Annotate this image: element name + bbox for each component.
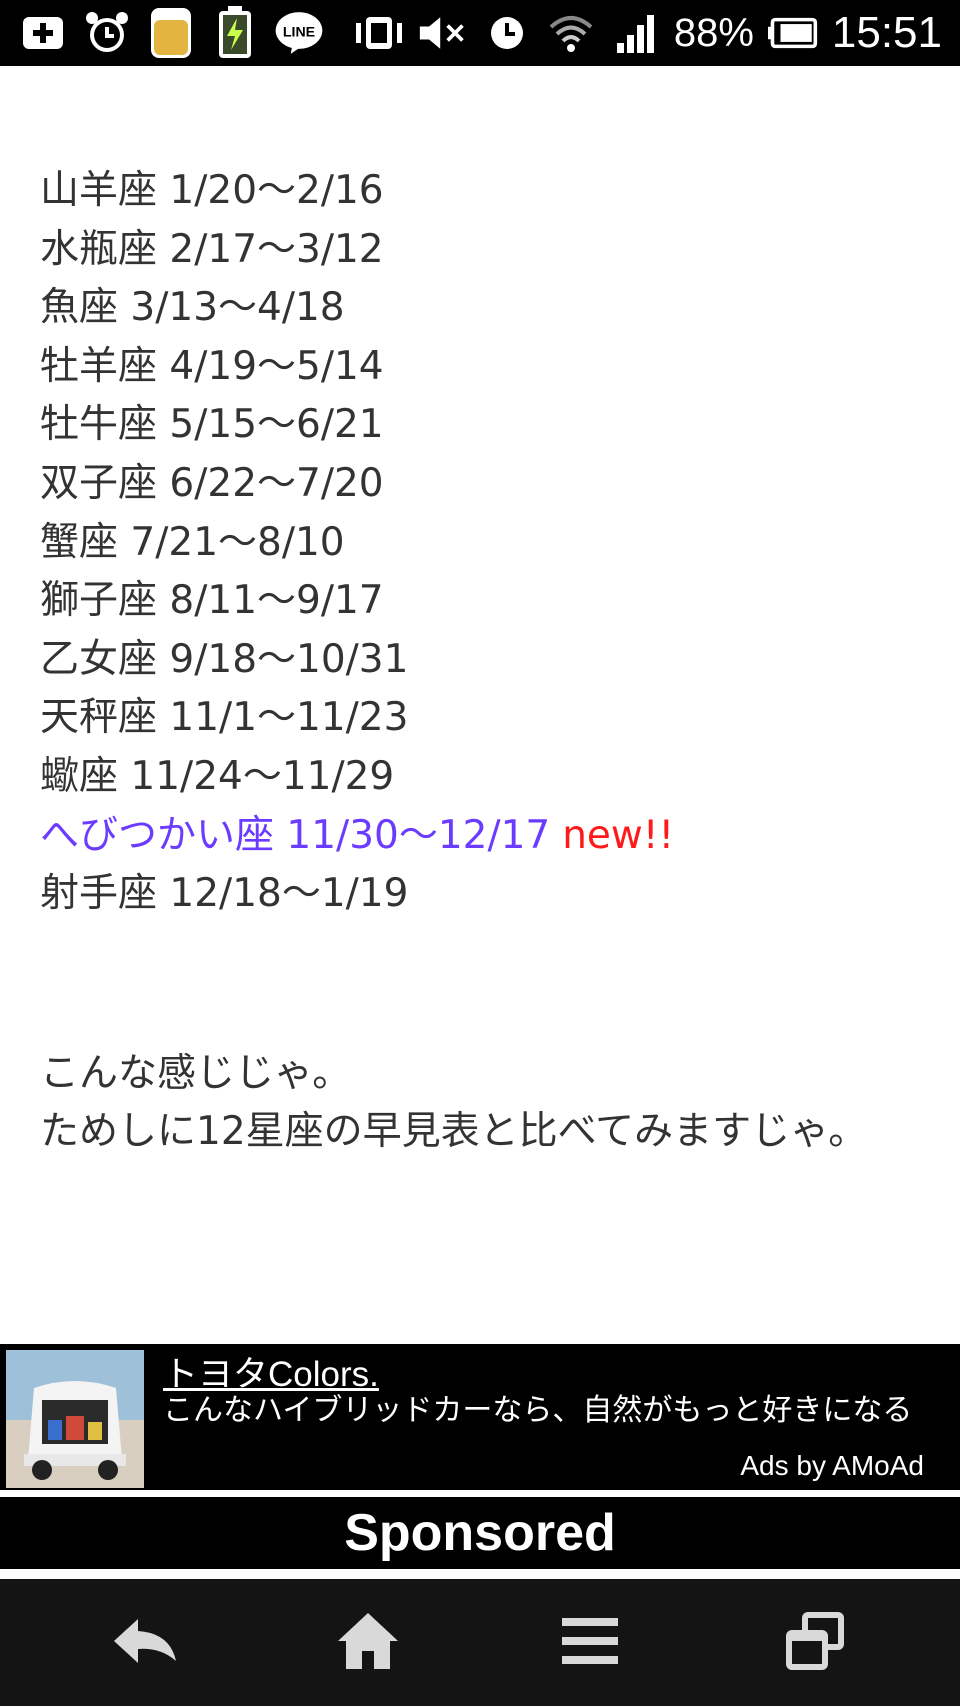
constellation-name: 獅子座	[40, 578, 158, 624]
new-badge: new!!	[562, 812, 675, 858]
status-bar-right-icons: 88% 15:51	[354, 0, 942, 66]
line-app-icon: LINE	[274, 8, 324, 58]
status-bar: LINE 88% 15:51	[0, 0, 960, 66]
cup-icon	[146, 8, 196, 58]
recent-apps-icon	[786, 1612, 844, 1670]
constellation-name: 射手座	[40, 871, 158, 917]
ad-thumbnail-image[interactable]	[6, 1350, 144, 1488]
body-paragraph: こんな感じじゃ。 ためしに12星座の早見表と比べてみますじゃ。	[40, 1045, 880, 1161]
constellation-name: 蟹座	[40, 519, 119, 565]
date-range: 6/22〜7/20	[169, 460, 384, 506]
constellation-row: 射手座 12/18〜1/19	[40, 865, 920, 924]
date-range: 11/30〜12/17	[286, 812, 551, 858]
constellation-row: 山羊座 1/20〜2/16	[40, 162, 920, 221]
constellation-name: 双子座	[40, 460, 158, 506]
menu-button[interactable]	[545, 1601, 635, 1681]
mute-icon	[418, 8, 468, 58]
clock-icon	[482, 8, 532, 58]
date-range: 9/18〜10/31	[169, 636, 409, 682]
clock-time: 15:51	[831, 8, 942, 57]
constellation-row: 水瓶座 2/17〜3/12	[40, 221, 920, 280]
constellation-row: 牡牛座 5/15〜6/21	[40, 396, 920, 455]
constellation-name: 水瓶座	[40, 226, 158, 272]
date-range: 2/17〜3/12	[169, 226, 384, 272]
constellation-row-ophiuchus: へびつかい座 11/30〜12/17 new!!	[40, 807, 920, 866]
date-range: 11/1〜11/23	[169, 695, 409, 741]
signal-icon	[610, 8, 660, 58]
battery-icon	[767, 8, 818, 58]
date-range: 3/13〜4/18	[130, 285, 345, 331]
menu-icon	[562, 1618, 618, 1664]
paragraph-line: ためしに12星座の早見表と比べてみますじゃ。	[40, 1109, 868, 1154]
add-box-icon	[18, 8, 68, 58]
constellation-name: 蠍座	[40, 753, 119, 799]
back-button[interactable]	[100, 1601, 190, 1681]
constellation-list: 山羊座 1/20〜2/16 水瓶座 2/17〜3/12 魚座 3/13〜4/18…	[40, 162, 920, 924]
alarm-icon	[82, 8, 132, 58]
ad-attribution[interactable]: Ads by AMoAd	[740, 1450, 924, 1482]
paragraph-line: こんな感じじゃ。	[40, 1051, 352, 1096]
constellation-row: 蠍座 11/24〜11/29	[40, 748, 920, 807]
sponsored-label: Sponsored	[0, 1497, 960, 1569]
constellation-row: 獅子座 8/11〜9/17	[40, 572, 920, 631]
vibrate-icon	[354, 8, 404, 58]
date-range: 12/18〜1/19	[169, 871, 409, 917]
constellation-name: へびつかい座	[40, 812, 275, 858]
recent-apps-button[interactable]	[770, 1601, 860, 1681]
date-range: 8/11〜9/17	[169, 578, 384, 624]
wifi-icon	[546, 8, 596, 58]
home-button[interactable]	[323, 1601, 413, 1681]
constellation-name: 天秤座	[40, 695, 158, 741]
constellation-row: 天秤座 11/1〜11/23	[40, 689, 920, 748]
constellation-name: 山羊座	[40, 168, 158, 213]
home-icon	[338, 1613, 398, 1669]
constellation-row: 乙女座 9/18〜10/31	[40, 631, 920, 690]
navigation-bar	[0, 1579, 960, 1706]
date-range: 5/15〜6/21	[169, 402, 384, 448]
date-range: 11/24〜11/29	[130, 753, 395, 799]
date-range: 4/19〜5/14	[169, 343, 384, 389]
constellation-name: 乙女座	[40, 636, 158, 682]
status-bar-left-icons: LINE	[18, 6, 324, 60]
battery-charging-icon	[210, 6, 260, 58]
constellation-row: 双子座 6/22〜7/20	[40, 455, 920, 514]
constellation-name: 牡羊座	[40, 343, 158, 389]
constellation-row: 牡羊座 4/19〜5/14	[40, 338, 920, 397]
line-icon-label: LINE	[283, 24, 315, 40]
ad-description[interactable]: こんなハイブリッドカーなら、自然がもっと好きになる	[163, 1385, 912, 1429]
constellation-name: 牡牛座	[40, 402, 158, 448]
constellation-row: 蟹座 7/21〜8/10	[40, 514, 920, 573]
constellation-row: 魚座 3/13〜4/18	[40, 279, 920, 338]
battery-percent: 88%	[673, 10, 754, 55]
constellation-name: 魚座	[40, 285, 119, 331]
content-strip	[0, 1569, 960, 1579]
back-icon	[114, 1619, 176, 1663]
date-range: 7/21〜8/10	[130, 519, 345, 565]
date-range: 1/20〜2/16	[169, 168, 384, 213]
